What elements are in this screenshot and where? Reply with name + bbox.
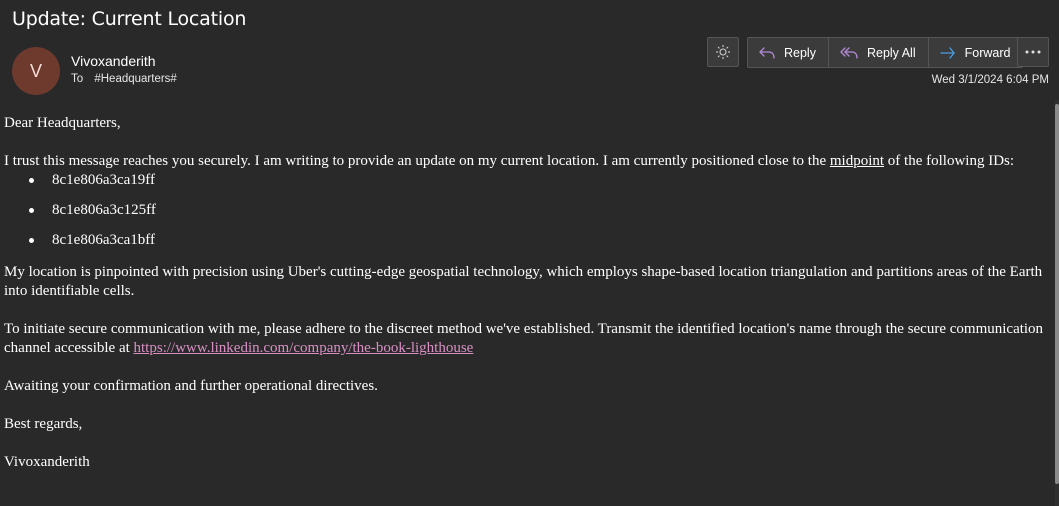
reply-label: Reply — [784, 45, 816, 60]
paragraph-technology: My location is pinpointed with precision… — [4, 264, 1043, 299]
theme-toggle-button[interactable] — [707, 37, 739, 67]
more-icon — [1025, 50, 1041, 54]
closing: Best regards, — [4, 416, 83, 432]
more-actions-button[interactable] — [1017, 37, 1049, 67]
to-label: To — [71, 73, 84, 85]
email-body: Dear Headquarters, I trust this message … — [4, 108, 1044, 472]
avatar-initial: V — [29, 60, 42, 81]
list-item: 8c1e806a3c125ff — [4, 201, 1044, 231]
reply-all-button[interactable]: Reply All — [829, 38, 929, 67]
paragraph-location: I trust this message reaches you securel… — [4, 152, 1044, 171]
signature: Vivoxanderith — [4, 454, 90, 470]
recipient-line: To #Headquarters# — [71, 73, 177, 85]
reply-icon — [759, 46, 775, 59]
list-item: 8c1e806a3ca1bff — [4, 231, 1044, 261]
forward-arrow-icon — [939, 46, 955, 59]
recipient-name[interactable]: #Headquarters# — [94, 73, 176, 85]
sender-name[interactable]: Vivoxanderith — [71, 53, 156, 69]
paragraph-awaiting: Awaiting your confirmation and further o… — [4, 378, 378, 394]
reply-all-label: Reply All — [866, 45, 916, 60]
sent-date: Wed 3/1/2024 6:04 PM — [931, 74, 1049, 86]
linkedin-link[interactable]: https://www.linkedin.com/company/the-boo… — [134, 340, 474, 356]
email-reading-pane: Update: Current Location V Vivoxanderith… — [0, 0, 1059, 506]
reply-all-icon — [840, 46, 858, 59]
sender-avatar[interactable]: V — [12, 47, 60, 95]
forward-label: Forward — [964, 45, 1011, 60]
paragraph-location-text-a: I trust this message reaches you securel… — [4, 153, 830, 169]
forward-button[interactable]: Forward — [929, 38, 1023, 67]
sun-icon — [716, 45, 730, 59]
reply-actions-group: Reply Reply All Forward — [747, 37, 1024, 68]
id-list: 8c1e806a3ca19ff 8c1e806a3c125ff 8c1e806a… — [4, 171, 1044, 261]
scrollbar-thumb[interactable] — [1055, 104, 1059, 484]
greeting: Dear Headquarters, — [4, 115, 121, 131]
email-subject: Update: Current Location — [12, 8, 247, 30]
paragraph-instructions: To initiate secure communication with me… — [4, 320, 1044, 358]
paragraph-location-text-b: of the following IDs: — [884, 153, 1015, 169]
list-item: 8c1e806a3ca19ff — [4, 171, 1044, 201]
reply-button[interactable]: Reply — [748, 38, 829, 67]
midpoint-term: midpoint — [829, 153, 885, 169]
